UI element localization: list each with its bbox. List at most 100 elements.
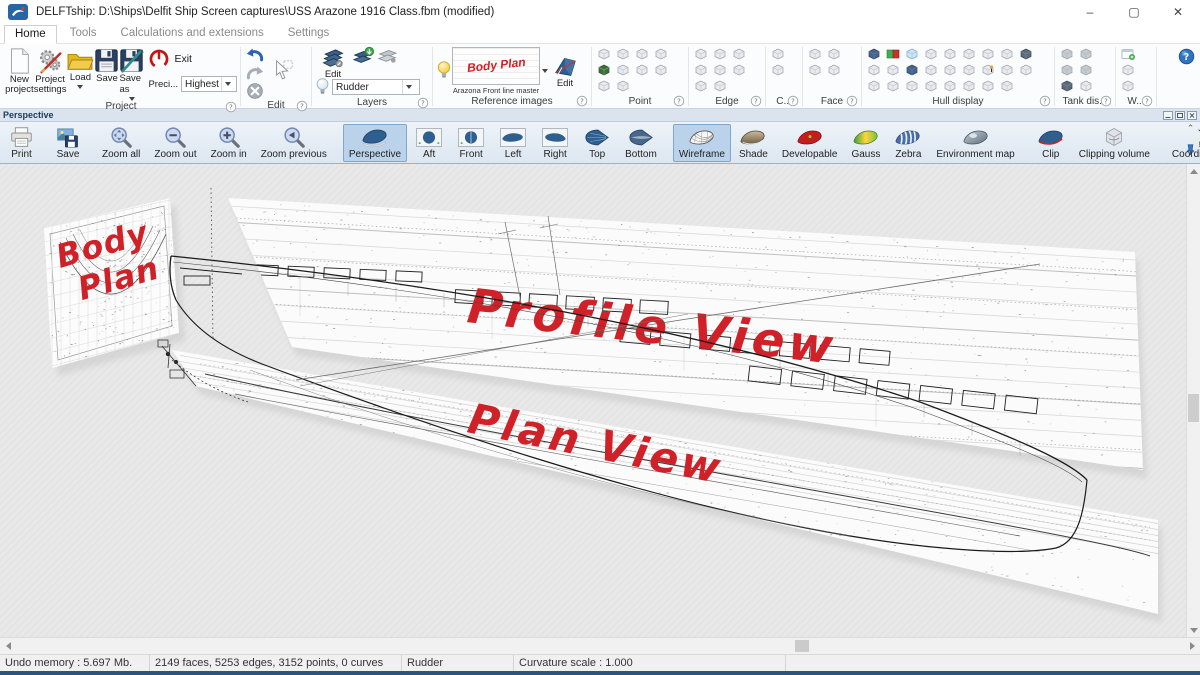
tank-leaf-icon[interactable]	[1077, 46, 1094, 61]
view-button-bottom[interactable]: Bottom	[619, 124, 663, 162]
sheet-icon[interactable]	[922, 78, 939, 93]
view-button-save[interactable]: Save	[50, 124, 86, 162]
help-button[interactable]: ?	[1178, 48, 1195, 65]
waterlines-icon[interactable]	[960, 46, 977, 61]
edge-intersect-icon[interactable]	[633, 46, 650, 61]
view-button-print[interactable]: Print	[3, 124, 40, 162]
edge-extrude-icon[interactable]	[711, 78, 728, 93]
tank-cursor-icon[interactable]	[1077, 62, 1094, 77]
tank-panes-icon[interactable]	[1077, 78, 1094, 93]
interior-edges-icon[interactable]	[884, 46, 901, 61]
view-button-front[interactable]: Front	[451, 124, 491, 162]
face-back-icon[interactable]	[825, 62, 842, 77]
window-new-icon[interactable]	[1119, 46, 1136, 61]
load-button[interactable]: Load	[66, 46, 94, 89]
tank-gauge-icon[interactable]	[1058, 78, 1075, 93]
view-button-top[interactable]: Top	[577, 124, 617, 162]
edge-split-point-icon[interactable]	[614, 46, 631, 61]
markers-icon[interactable]	[922, 62, 939, 77]
stations-icon[interactable]	[922, 46, 939, 61]
delete-button[interactable]	[244, 82, 266, 100]
3d-viewport[interactable]: BodyPlan Profile View Plan View	[0, 164, 1186, 637]
view-button-zoom-in[interactable]: Zoom in	[205, 124, 253, 162]
face-mid-icon[interactable]	[825, 46, 842, 61]
crystal-icon[interactable]	[903, 46, 920, 61]
reference-edit-button[interactable]: Edit	[550, 53, 580, 89]
collapse-point-icon[interactable]	[595, 62, 612, 77]
redo-button[interactable]	[244, 64, 266, 82]
view-button-left[interactable]: Left	[493, 124, 533, 162]
arrow-up-icon[interactable]	[865, 62, 882, 77]
buttocks-icon[interactable]	[941, 46, 958, 61]
edge-shade-icon[interactable]	[692, 62, 709, 77]
panel-maximize-icon[interactable]	[1175, 111, 1185, 120]
diagonals-icon[interactable]	[979, 46, 996, 61]
menu-tab-tools[interactable]: Tools	[59, 24, 108, 43]
vertical-scrollbar-thumb[interactable]	[1188, 394, 1199, 422]
precision-combobox[interactable]: Highest	[181, 76, 237, 92]
group-help-icon[interactable]: ?	[417, 97, 429, 112]
view-button-zoom-previous[interactable]: Zoom previous	[255, 124, 333, 162]
flowlines-icon[interactable]	[903, 62, 920, 77]
group-help-icon[interactable]: ?	[1141, 95, 1153, 110]
view-button-zebra[interactable]: Zebra	[888, 124, 928, 162]
curve-points-icon[interactable]	[769, 46, 786, 61]
combobox-arrow-icon[interactable]	[402, 80, 415, 94]
hull-faint-1-icon[interactable]	[941, 78, 958, 93]
edge-crease-icon[interactable]	[711, 46, 728, 61]
undo-button[interactable]	[244, 46, 266, 64]
save-button[interactable]: Save	[94, 46, 119, 84]
ring-pair-icon[interactable]	[595, 78, 612, 93]
view-button-zoom-out[interactable]: Zoom out	[148, 124, 202, 162]
group-help-icon[interactable]: ?	[1039, 95, 1051, 110]
window-cascade-icon[interactable]	[1119, 78, 1136, 93]
cube-face-point-icon[interactable]	[652, 46, 669, 61]
scroll-right-icon[interactable]	[1184, 638, 1200, 654]
scroll-down-icon[interactable]	[1187, 623, 1200, 637]
auto-group-layer-button[interactable]	[375, 46, 399, 64]
group-help-icon[interactable]: ?	[296, 100, 308, 115]
window-tile-icon[interactable]	[1119, 62, 1136, 77]
hull-outline-icon[interactable]	[960, 62, 977, 77]
view-button-perspective[interactable]: Perspective	[343, 124, 407, 162]
edge-corner-icon[interactable]	[730, 46, 747, 61]
menu-tab-home[interactable]: Home	[4, 25, 57, 44]
group-help-icon[interactable]: ?	[846, 95, 858, 110]
new-project-button[interactable]: New project	[5, 46, 34, 95]
plate-dev-icon[interactable]	[998, 62, 1015, 77]
reference-image-thumbnail[interactable]: Body Plan	[452, 47, 540, 85]
tank-shaded-icon[interactable]	[1058, 46, 1075, 61]
view-button-zoom-all[interactable]: Zoom all	[96, 124, 146, 162]
view-button-shade[interactable]: Shade	[733, 124, 774, 162]
face-new-icon[interactable]	[806, 46, 823, 61]
reference-visibility-bulb-icon[interactable]	[436, 60, 452, 81]
horizontal-scrollbar-thumb[interactable]	[795, 640, 809, 652]
layer-visibility-bulb-icon[interactable]	[315, 77, 330, 97]
group-help-icon[interactable]: ?	[750, 95, 762, 110]
panel-minimize-icon[interactable]	[1163, 111, 1173, 120]
edge-axis-icon[interactable]	[692, 78, 709, 93]
mirror-hull-icon[interactable]	[884, 78, 901, 93]
view-button-developable[interactable]: Developable	[776, 124, 844, 162]
select-cursor-button[interactable]	[272, 59, 294, 81]
minimize-button[interactable]: –	[1068, 0, 1112, 24]
layers-edit-button[interactable]: Edit	[315, 46, 351, 80]
point-grid-icon[interactable]	[614, 62, 631, 77]
intersections-icon[interactable]	[903, 78, 920, 93]
curve-fair-icon[interactable]	[769, 62, 786, 77]
curvature-arc-icon[interactable]	[998, 46, 1015, 61]
exit-button[interactable]: Exit	[148, 46, 237, 70]
combobox-arrow-icon[interactable]	[221, 77, 234, 91]
view-button-wireframe[interactable]: Wireframe	[673, 124, 731, 162]
group-help-icon[interactable]: ?	[1100, 95, 1112, 110]
designer-icon[interactable]	[979, 62, 996, 77]
view-button-aft[interactable]: Aft	[409, 124, 449, 162]
save-as-button[interactable]: Save as	[119, 46, 144, 101]
scroll-left-icon[interactable]	[0, 638, 16, 654]
pin-toolbar-icon[interactable]	[1185, 143, 1196, 161]
ring-single-icon[interactable]	[652, 62, 669, 77]
vertical-scrollbar[interactable]	[1186, 164, 1200, 637]
horizontal-scrollbar[interactable]	[0, 637, 1200, 654]
hydro-features-icon[interactable]	[1017, 46, 1034, 61]
ring-grid-icon[interactable]	[614, 78, 631, 93]
